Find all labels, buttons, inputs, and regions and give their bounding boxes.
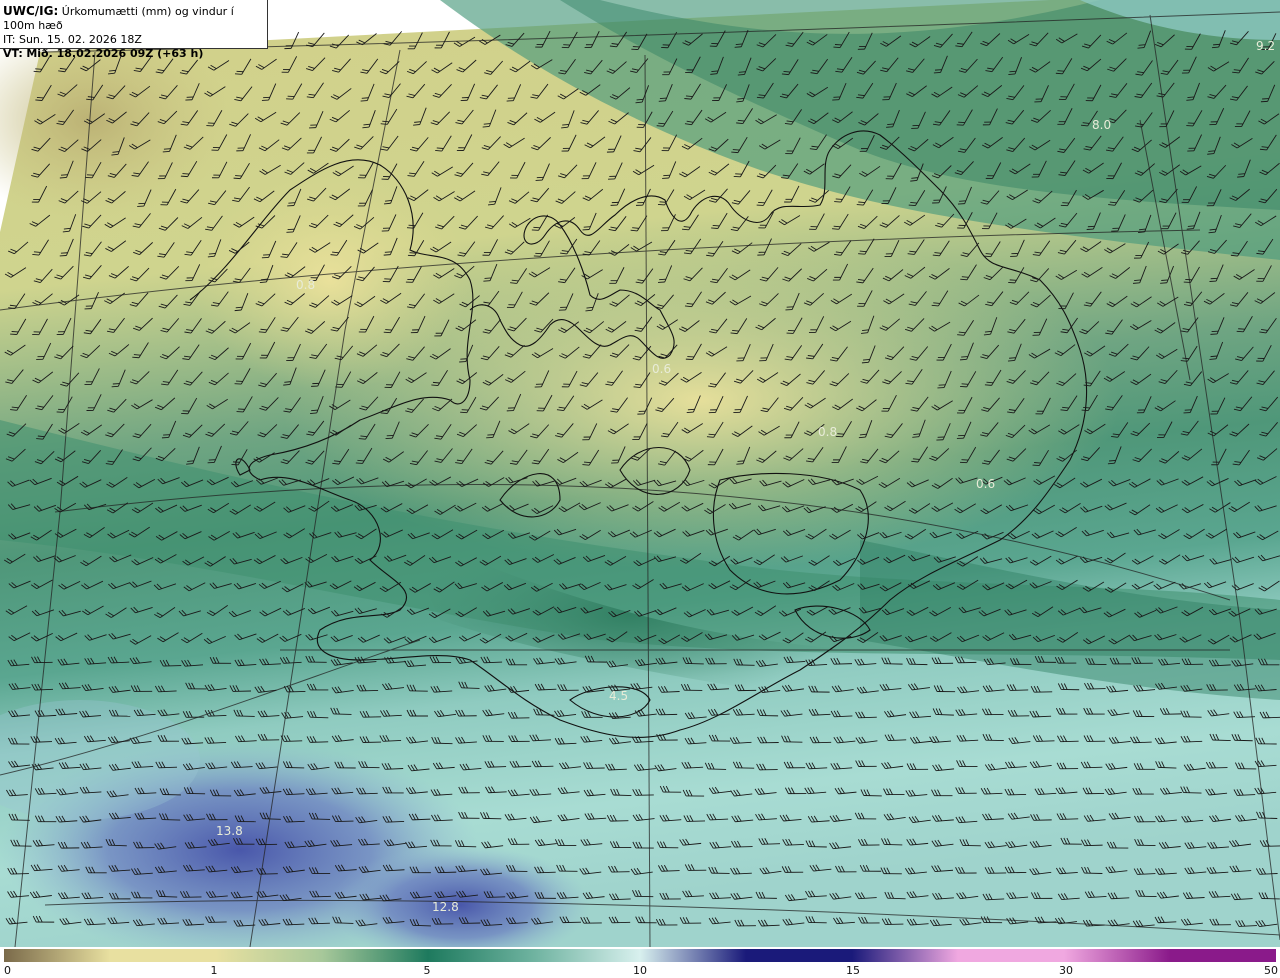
map-label-5: 8.0 [1092, 118, 1111, 132]
colorbar-strip [4, 949, 1276, 962]
weather-map-stage: 0.8 0.6 0.8 0.6 8.0 4.5 13.8 12.8 9.2 UW… [0, 0, 1280, 978]
valid-time-label: VT: [3, 47, 23, 60]
map-label-2: 0.6 [652, 362, 671, 376]
valid-time-value: Mið. 18.02.2026 09Z (+63 h) [26, 47, 204, 60]
colorbar-tick-1: 1 [210, 964, 218, 977]
colorbar-segment [1064, 949, 1276, 962]
colorbar-segment [216, 949, 428, 962]
map-info-box: UWC/IG: Úrkomumætti (mm) og vindur í 100… [0, 0, 268, 60]
map-label-9: 9.2 [1256, 39, 1275, 53]
colorbar-tick-15: 15 [846, 964, 860, 977]
precipitation-map: 0.8 0.6 0.8 0.6 8.0 4.5 13.8 12.8 9.2 [0, 0, 1280, 947]
colorbar-tick-5: 5 [423, 964, 431, 977]
colorbar-tick-0: 0 [4, 964, 11, 977]
map-label-6: 4.5 [609, 689, 628, 703]
map-label-1: 0.8 [296, 278, 315, 292]
colorbar-tick-50: 50 [1264, 964, 1278, 977]
map-label-4: 0.6 [976, 477, 995, 491]
product-code: UWC/IG: [3, 4, 59, 18]
colorbar-segment [428, 949, 640, 962]
map-field [0, 0, 1280, 947]
map-label-7: 13.8 [216, 824, 243, 838]
valid-time-line: VT: Mið. 18.02.2026 09Z (+63 h) [3, 47, 267, 61]
map-label-8: 12.8 [432, 900, 459, 914]
colorbar-segment [4, 949, 216, 962]
colorbar-segment [640, 949, 852, 962]
colorbar-tick-10: 10 [633, 964, 647, 977]
title-line: UWC/IG: Úrkomumætti (mm) og vindur í 100… [3, 4, 267, 33]
colorbar-segment [852, 949, 1064, 962]
map-label-3: 0.8 [818, 425, 837, 439]
colorbar-legend: 0 1 5 10 15 30 50 [0, 947, 1280, 978]
initial-time: IT: Sun. 15. 02. 2026 18Z [3, 33, 142, 46]
colorbar-tick-30: 30 [1059, 964, 1073, 977]
